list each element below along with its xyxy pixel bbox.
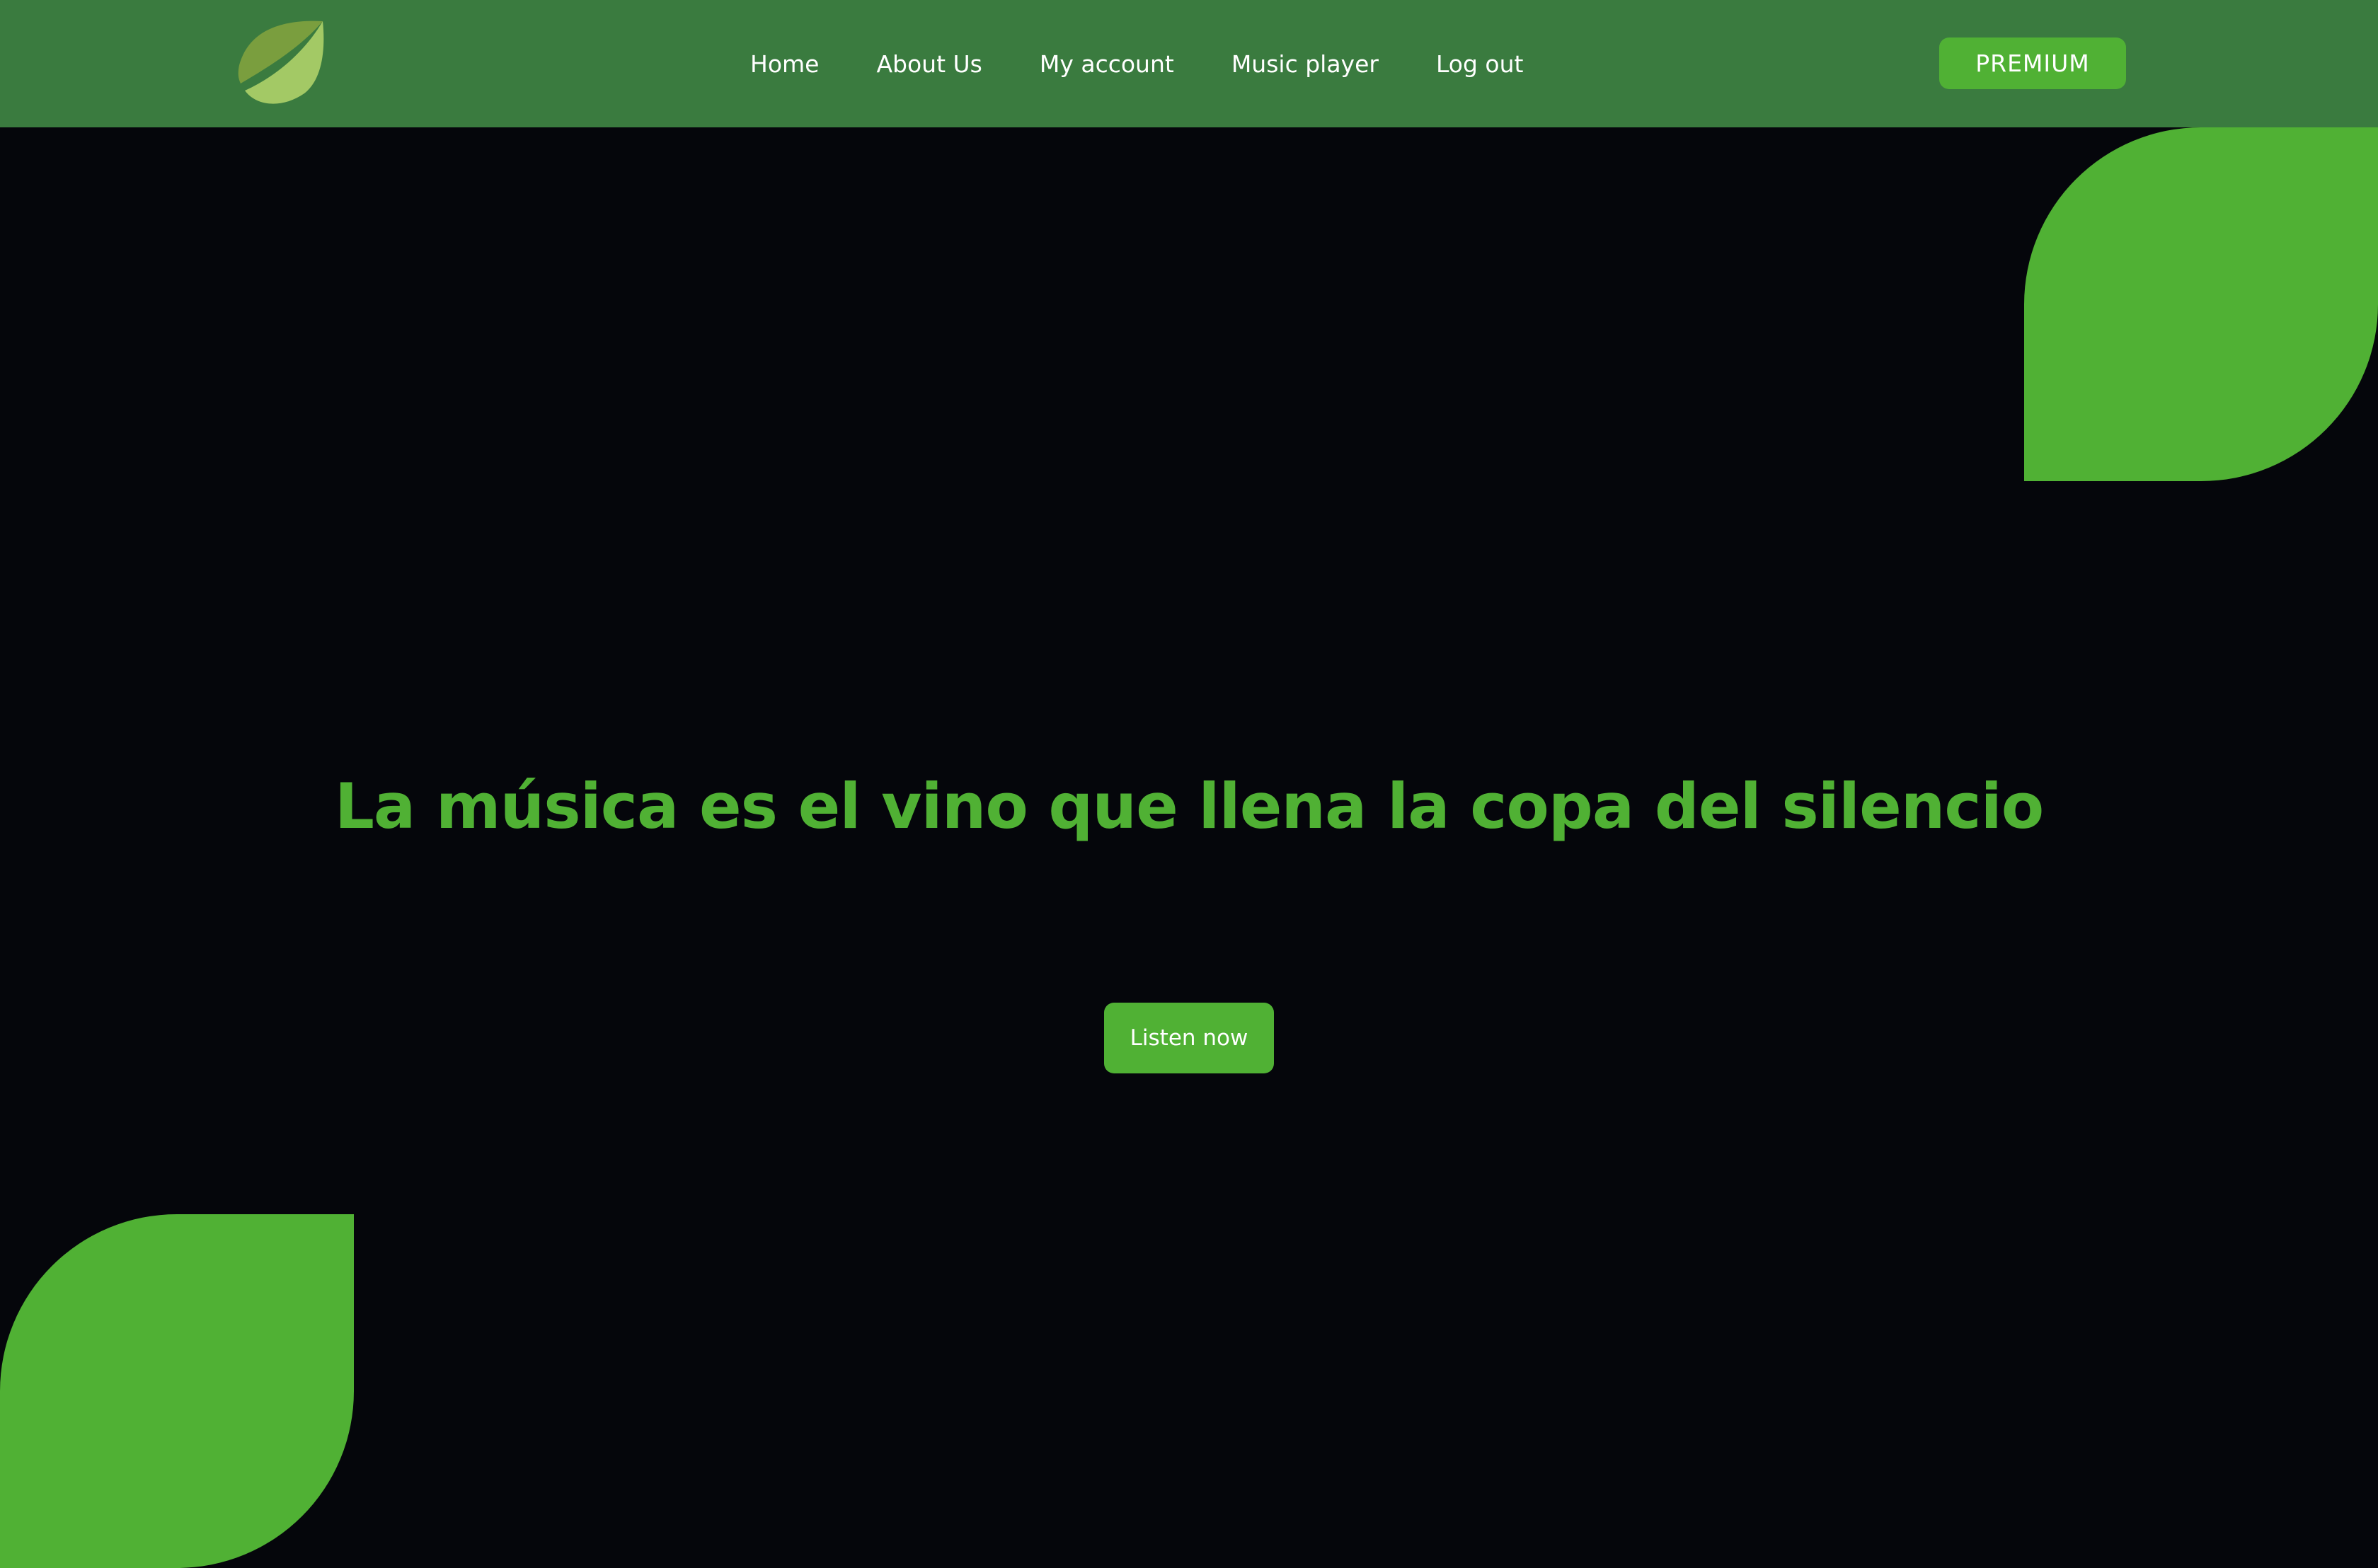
decorative-leaf-shape-top	[2024, 127, 2378, 481]
nav-link-my-account[interactable]: My account	[1040, 50, 1174, 78]
hero-headline: La música es el vino que llena la copa d…	[334, 770, 2044, 843]
nav-link-home[interactable]: Home	[750, 50, 819, 78]
leaf-logo-icon[interactable]	[236, 20, 324, 108]
nav-link-about-us[interactable]: About Us	[876, 50, 982, 78]
listen-now-button[interactable]: Listen now	[1104, 1003, 1274, 1073]
nav-link-log-out[interactable]: Log out	[1436, 50, 1523, 78]
decorative-leaf-shape-bottom	[0, 1214, 354, 1568]
main-nav: Home About Us My account Music player Lo…	[750, 0, 1523, 127]
nav-link-music-player[interactable]: Music player	[1231, 50, 1379, 78]
premium-button[interactable]: PREMIUM	[1939, 38, 2126, 89]
navbar: Home About Us My account Music player Lo…	[0, 0, 2378, 127]
